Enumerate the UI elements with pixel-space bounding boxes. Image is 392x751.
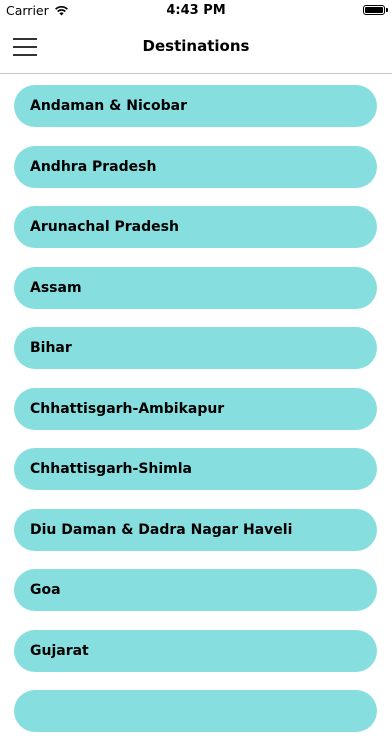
destination-label: Diu Daman & Dadra Nagar Haveli bbox=[30, 521, 293, 538]
destination-item[interactable] bbox=[14, 690, 377, 732]
destination-item[interactable]: Andhra Pradesh bbox=[14, 145, 377, 188]
destination-label: Chhattisgarh-Ambikapur bbox=[30, 400, 225, 417]
destination-label: Andaman & Nicobar bbox=[30, 98, 188, 114]
destination-item[interactable]: Chhattisgarh-Shimla bbox=[14, 448, 377, 490]
destination-list: Andaman & Nicobar Andhra Pradesh Arunachal… bbox=[14, 85, 377, 751]
destination-label: Chhattisgarh-Shimla bbox=[30, 461, 193, 477]
destination-label: Gujarat bbox=[30, 642, 89, 659]
destination-item[interactable]: Gujarat bbox=[14, 629, 377, 672]
destination-label: Goa bbox=[30, 582, 61, 598]
destination-item[interactable]: Assam bbox=[14, 266, 377, 309]
battery-icon bbox=[363, 5, 388, 15]
navigation-bar: Destinations bbox=[0, 22, 392, 74]
destination-label: Arunachal Pradesh bbox=[30, 219, 179, 235]
destination-item[interactable]: Goa bbox=[14, 569, 377, 611]
status-bar: Carrier 4:43 PM bbox=[0, 0, 392, 22]
status-time: 4:43 PM bbox=[166, 3, 226, 18]
destination-item[interactable]: Arunachal Pradesh bbox=[14, 206, 377, 248]
destination-label: Assam bbox=[30, 279, 82, 296]
destination-item[interactable]: Chhattisgarh-Ambikapur bbox=[14, 387, 377, 430]
destination-item[interactable]: Diu Daman & Dadra Nagar Haveli bbox=[14, 508, 377, 551]
destination-item[interactable]: Bihar bbox=[14, 327, 377, 369]
destination-label: Andhra Pradesh bbox=[30, 158, 157, 175]
page-title: Destinations bbox=[142, 37, 250, 55]
destination-item[interactable]: Andaman & Nicobar bbox=[14, 85, 377, 127]
destination-label: Bihar bbox=[30, 340, 72, 356]
